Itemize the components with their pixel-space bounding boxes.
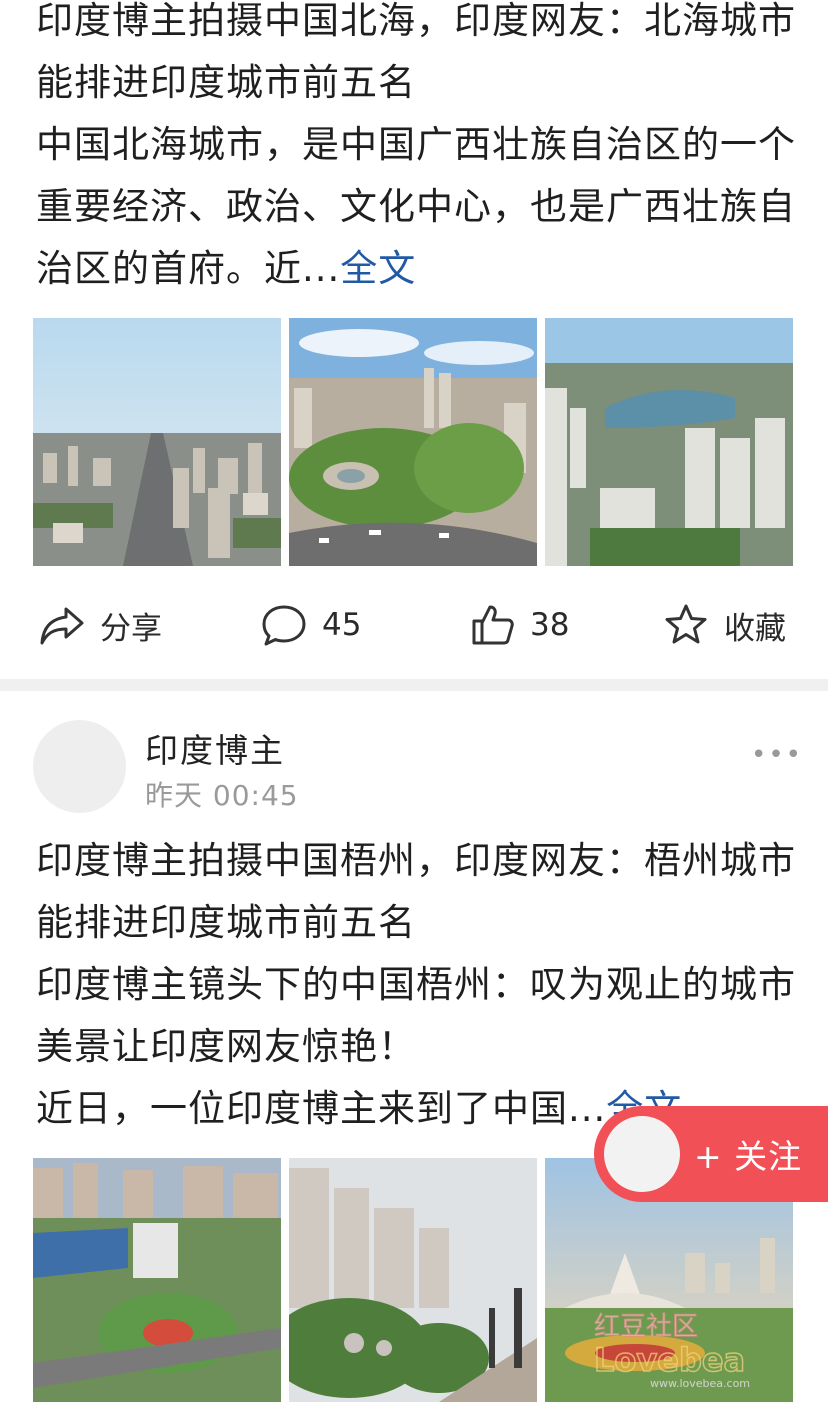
avatar[interactable] xyxy=(33,720,126,813)
favorite-button[interactable]: 收藏 xyxy=(660,595,786,655)
thumbs-up-icon xyxy=(466,599,518,651)
post-title: 印度博主拍摄中国梧州，印度网友：梧州城市能排进印度城市前五名 xyxy=(36,839,796,944)
city-park-roundabout-photo[interactable] xyxy=(289,318,537,566)
share-button[interactable]: 分享 xyxy=(36,595,162,655)
follow-button[interactable]: + 关注 xyxy=(594,1106,828,1202)
post-text[interactable]: 印度博主拍摄中国北海，印度网友：北海城市能排进印度城市前五名 中国北海城市，是中… xyxy=(36,0,796,300)
comment-button[interactable]: 45 xyxy=(258,595,361,655)
author-header: 印度博主 昨天 00:45 ••• xyxy=(33,720,813,820)
author-name[interactable]: 印度博主 xyxy=(145,724,285,772)
follow-label: + 关注 xyxy=(694,1137,803,1176)
share-icon xyxy=(36,599,88,651)
comment-count: 45 xyxy=(322,607,362,643)
riverside-highrise-photo[interactable] xyxy=(289,1158,537,1402)
city-lake-photo[interactable] xyxy=(545,318,793,566)
like-button[interactable]: 38 xyxy=(466,595,569,655)
more-dots-icon[interactable]: ••• xyxy=(751,740,803,770)
post-text[interactable]: 印度博主拍摄中国梧州，印度网友：梧州城市能排进印度城市前五名 印度博主镜头下的中… xyxy=(36,830,796,1140)
post-body-line-2: 近日，一位印度博主来到了中国... xyxy=(36,1087,607,1130)
favorite-label: 收藏 xyxy=(724,610,786,647)
post-divider xyxy=(0,679,828,691)
post-time: 昨天 00:45 xyxy=(145,779,299,812)
star-icon xyxy=(660,599,712,651)
city-plaza-photo[interactable] xyxy=(33,1158,281,1402)
read-more-link[interactable]: 全文 xyxy=(340,247,416,290)
like-count: 38 xyxy=(530,607,570,643)
share-label: 分享 xyxy=(100,610,162,647)
post-body-line-1: 印度博主镜头下的中国梧州：叹为观止的城市美景让印度网友惊艳！ xyxy=(36,963,796,1068)
follow-avatar xyxy=(604,1116,680,1192)
post-title: 印度博主拍摄中国北海，印度网友：北海城市能排进印度城市前五名 xyxy=(36,0,796,104)
city-skyline-photo[interactable] xyxy=(33,318,281,566)
image-grid xyxy=(33,318,795,566)
comment-icon xyxy=(258,599,310,651)
post-action-bar: 分享 45 38 收藏 xyxy=(0,595,828,655)
